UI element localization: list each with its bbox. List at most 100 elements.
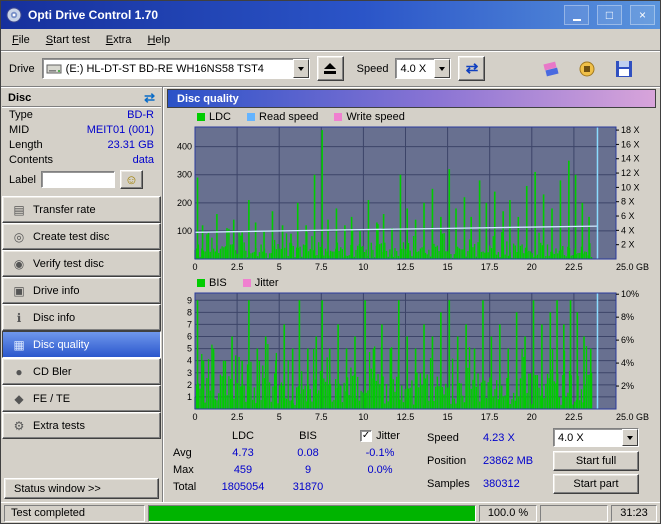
drive-select[interactable]: (E:) HL-DT-ST BD-RE WH16NS58 TST4 xyxy=(41,58,310,79)
table-row-max: Max 459 9 0.0% xyxy=(167,461,423,478)
svg-text:200: 200 xyxy=(177,198,192,208)
chevron-down-icon xyxy=(297,66,304,71)
legend-label: LDC xyxy=(209,111,232,123)
close-icon: × xyxy=(638,8,646,22)
close-button[interactable]: × xyxy=(630,5,655,25)
speed-stat-value: 4.23 X xyxy=(483,431,515,444)
table-row-total: Total 1805054 31870 xyxy=(167,478,423,495)
sidebar-item-verify-test-disc[interactable]: ◉ Verify test disc xyxy=(2,250,161,277)
col-header-ldc: LDC xyxy=(231,429,254,442)
legend-item: BIS xyxy=(197,277,227,289)
svg-text:17.5: 17.5 xyxy=(481,412,499,422)
svg-text:10%: 10% xyxy=(621,290,639,299)
eraser-icon xyxy=(543,61,559,76)
sidebar-item-create-test-disc[interactable]: ◎ Create test disc xyxy=(2,223,161,250)
start-full-button[interactable]: Start full xyxy=(553,450,639,471)
svg-text:9: 9 xyxy=(187,295,192,305)
svg-text:22.5: 22.5 xyxy=(565,412,583,422)
ldc-read-speed-chart: 1002003004002 X4 X6 X8 X10 X12 X14 X16 X… xyxy=(177,125,649,272)
verify-test-disc-icon: ◉ xyxy=(13,256,25,271)
disc-refresh-button[interactable]: ⇄ xyxy=(144,91,155,104)
bis-chart-legend: BIS Jitter xyxy=(167,274,656,290)
erase-disc-button[interactable] xyxy=(536,56,564,82)
legend-label: Read speed xyxy=(259,111,319,123)
row-label: Max xyxy=(173,463,194,476)
disc-length-row: Length 23.31 GB xyxy=(2,137,161,152)
disc-contents-value[interactable]: data xyxy=(133,154,154,166)
maximize-button[interactable]: □ xyxy=(597,5,622,25)
svg-text:17.5: 17.5 xyxy=(481,262,499,272)
transfer-rate-icon: ▤ xyxy=(13,202,25,217)
menu-item[interactable]: Help xyxy=(139,31,178,49)
svg-text:12 X: 12 X xyxy=(621,168,640,178)
disc-label-input[interactable] xyxy=(40,171,115,188)
statusbar-spacer xyxy=(540,504,608,522)
sidebar-item-drive-info[interactable]: ▣ Drive info xyxy=(2,277,161,304)
save-button[interactable] xyxy=(610,56,638,82)
sidebar: Disc ⇄ Type BD-R MID MEIT01 (001) Length… xyxy=(1,87,163,502)
sidebar-item-label: FE / TE xyxy=(33,392,71,405)
menu-item[interactable]: Extra xyxy=(98,31,140,49)
speed-select[interactable]: 4.0 X xyxy=(395,58,452,79)
svg-text:2 X: 2 X xyxy=(621,240,635,250)
sidebar-item-cd-bler[interactable]: ● CD Bler xyxy=(2,358,161,385)
smiley-icon: ☺ xyxy=(124,172,139,187)
max-ldc-value: 459 xyxy=(233,463,253,476)
svg-text:10: 10 xyxy=(358,412,368,422)
menu-item[interactable]: File xyxy=(4,31,38,49)
svg-text:100: 100 xyxy=(177,226,192,236)
row-label: Avg xyxy=(173,446,192,459)
status-window-button[interactable]: Status window >> xyxy=(4,478,159,499)
svg-text:4%: 4% xyxy=(621,358,634,368)
ldc-chart-legend: LDC Read speed Write speed xyxy=(167,108,656,124)
minimize-button[interactable] xyxy=(564,5,589,25)
speed-select-arrow[interactable] xyxy=(434,59,451,78)
toolbar: Drive (E:) HL-DT-ST BD-RE WH16NS58 TST4 … xyxy=(1,51,660,87)
results-table: LDC BIS ✓ Jitter Avg 4.73 0.08 -0.1% Max… xyxy=(167,427,423,495)
chevron-down-icon xyxy=(627,435,633,440)
svg-text:25.0 GB: 25.0 GB xyxy=(616,262,649,272)
test-speed-select[interactable]: 4.0 X xyxy=(553,428,639,447)
position-label: Position xyxy=(427,454,467,467)
progress-fill xyxy=(149,505,475,521)
test-speed-select-arrow[interactable] xyxy=(622,429,638,446)
sidebar-item-disc-info[interactable]: ℹ Disc info xyxy=(2,304,161,331)
refresh-icon: ⇄ xyxy=(465,60,479,77)
sidebar-item-label: Disc quality xyxy=(33,338,90,351)
svg-text:8%: 8% xyxy=(621,312,634,322)
bis-jitter-chart: 1 2 3 4 5 6 7 8 9 2% 4% 6% 8% 10% 0 2.5 5 7.5 10 12.5 15 17.5… xyxy=(187,290,649,422)
svg-text:25.0 GB: 25.0 GB xyxy=(616,412,649,422)
disc-label-edit-button[interactable]: ☺ xyxy=(119,170,143,189)
eject-button[interactable] xyxy=(316,56,344,81)
sidebar-item-fe-te[interactable]: ◆ FE / TE xyxy=(2,385,161,412)
app-window: Opti Drive Control 1.70 □ × File Start te… xyxy=(0,0,661,524)
chevron-down-icon xyxy=(439,66,446,71)
elapsed-time-panel: 31:23 xyxy=(611,504,657,522)
cd-bler-icon: ● xyxy=(15,364,23,379)
sidebar-item-extra-tests[interactable]: ⚙ Extra tests xyxy=(2,412,161,439)
menu-item[interactable]: Start test xyxy=(38,31,98,49)
start-part-button[interactable]: Start part xyxy=(553,473,639,494)
svg-text:2.5: 2.5 xyxy=(231,412,244,422)
sidebar-item-disc-quality[interactable]: ▦ Disc quality xyxy=(2,331,161,358)
jitter-checkbox[interactable]: ✓ xyxy=(360,429,373,442)
disc-type-row: Type BD-R xyxy=(2,107,161,122)
legend-item: Write speed xyxy=(334,111,405,123)
drive-select-arrow[interactable] xyxy=(292,59,309,78)
eject-icon xyxy=(324,62,337,74)
hand-tool-button[interactable] xyxy=(573,56,601,82)
total-bis-value: 31870 xyxy=(292,480,324,493)
legend-item: LDC xyxy=(197,111,231,123)
disc-info-icon: ℹ xyxy=(16,310,22,325)
svg-text:0: 0 xyxy=(192,412,197,422)
sidebar-item-transfer-rate[interactable]: ▤ Transfer rate xyxy=(2,196,161,223)
max-jitter-value: 0.0% xyxy=(367,463,393,476)
svg-text:5: 5 xyxy=(277,412,282,422)
legend-swatch-icon xyxy=(197,279,205,287)
svg-text:20: 20 xyxy=(527,412,537,422)
samples-value: 380312 xyxy=(483,477,520,490)
drive-label: Drive xyxy=(9,62,35,75)
create-test-disc-icon: ◎ xyxy=(13,229,25,244)
sidebar-item-label: CD Bler xyxy=(33,365,72,378)
refresh-speed-button[interactable]: ⇄ xyxy=(458,56,486,81)
